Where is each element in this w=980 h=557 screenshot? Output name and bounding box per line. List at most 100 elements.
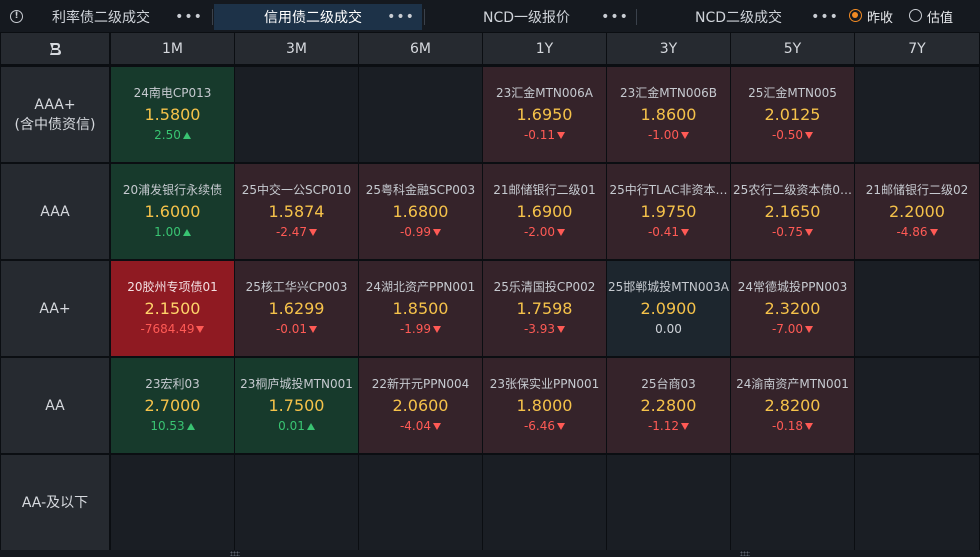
bond-name: 24南电CP013 — [133, 86, 212, 100]
arrow-down-icon — [805, 423, 814, 430]
column-header-5y: 5Y — [731, 33, 854, 64]
empty-cell — [483, 455, 606, 550]
empty-cell — [855, 261, 979, 356]
bond-cell[interactable]: 25粤科金融SCP003 1.6800 -0.99 — [359, 164, 482, 259]
bond-change: 1.00 — [154, 224, 191, 241]
bond-cell[interactable]: 23张保实业PPN001 1.8000 -6.46 — [483, 358, 606, 453]
empty-cell — [359, 455, 482, 550]
bond-cell[interactable]: 24南电CP013 1.5800 2.50 — [111, 67, 234, 162]
bond-name: 23宏利03 — [145, 377, 200, 391]
empty-cell — [235, 455, 358, 550]
bond-cell[interactable]: 23宏利03 2.7000 10.53 — [111, 358, 234, 453]
bond-change: 0.01 — [278, 418, 315, 435]
row-header: AA+ — [1, 261, 109, 356]
bond-yield: 2.0125 — [764, 105, 821, 124]
bond-cell[interactable]: 25农行二级资本债0… 2.1650 -0.75 — [731, 164, 854, 259]
arrow-down-icon — [805, 229, 814, 236]
bond-cell[interactable]: 24常德城投PPN003 2.3200 -7.00 — [731, 261, 854, 356]
bond-change: -2.00 — [523, 224, 566, 241]
bond-change-value: -1.12 — [647, 419, 680, 433]
arrow-down-icon — [309, 229, 318, 236]
bond-change-value: -0.18 — [771, 419, 804, 433]
bond-change-value: 0.00 — [655, 322, 682, 336]
bond-change-value: 0.01 — [278, 419, 305, 433]
tab-ncd-primary-more-icon[interactable]: ••• — [601, 4, 628, 30]
bond-change: 2.50 — [154, 127, 191, 144]
bond-change-value: -6.46 — [523, 419, 556, 433]
bond-change-value: -0.41 — [647, 225, 680, 239]
bond-change: 0.00 — [655, 321, 682, 338]
bond-yield: 1.7500 — [268, 396, 325, 415]
arrow-down-icon — [433, 423, 442, 430]
bond-cell[interactable]: 25台商03 2.2800 -1.12 — [607, 358, 730, 453]
bond-change-value: -2.47 — [275, 225, 308, 239]
tab-rate-bond-secondary[interactable]: 利率债二级成交 — [52, 4, 150, 30]
bond-yield: 1.6900 — [516, 202, 573, 221]
bond-change: -0.11 — [524, 127, 566, 144]
bond-cell[interactable]: 25汇金MTN005 2.0125 -0.50 — [731, 67, 854, 162]
bond-cell[interactable]: 24渝南资产MTN001 2.8200 -0.18 — [731, 358, 854, 453]
bond-name: 23张保实业PPN001 — [489, 377, 600, 391]
bond-yield: 1.6000 — [144, 202, 201, 221]
tab-ncd-secondary-more-icon[interactable]: ••• — [811, 4, 838, 30]
bond-name: 21邮储银行二级01 — [493, 183, 596, 197]
arrow-down-icon — [557, 229, 566, 236]
info-icon[interactable]: ! — [10, 10, 23, 23]
bond-yield: 1.5800 — [144, 105, 201, 124]
bond-cell[interactable]: 22新开元PPN004 2.0600 -4.04 — [359, 358, 482, 453]
empty-cell — [359, 67, 482, 162]
bond-change-value: -0.75 — [771, 225, 804, 239]
bond-change-value: -7684.49 — [140, 322, 195, 336]
arrow-down-icon — [309, 326, 318, 333]
radio-valuation[interactable] — [909, 9, 922, 22]
bond-change: -0.75 — [771, 224, 814, 241]
bond-cell[interactable]: 23桐庐城投MTN001 1.7500 0.01 — [235, 358, 358, 453]
column-header-3m: 3M — [235, 33, 358, 64]
bond-cell[interactable]: 21邮储银行二级01 1.6900 -2.00 — [483, 164, 606, 259]
bond-change-value: -1.99 — [399, 322, 432, 336]
bond-change: -4.04 — [400, 418, 442, 435]
row-header-label: (含中债资信) — [14, 116, 96, 133]
bond-cell[interactable]: 25核工华兴CP003 1.6299 -0.01 — [235, 261, 358, 356]
bond-change: -0.18 — [771, 418, 814, 435]
tab-ncd-secondary[interactable]: NCD二级成交 — [695, 4, 782, 30]
bond-cell[interactable]: 25邯郸城投MTN003A 2.0900 0.00 — [607, 261, 730, 356]
bond-cell[interactable]: 20胶州专项债01 2.1500 -7684.49 — [111, 261, 234, 356]
column-header-1y: 1Y — [483, 33, 606, 64]
bond-yield: 1.8500 — [392, 299, 449, 318]
bond-cell[interactable]: 25中行TLAC非资本… 1.9750 -0.41 — [607, 164, 730, 259]
bond-cell[interactable]: 23汇金MTN006B 1.8600 -1.00 — [607, 67, 730, 162]
bond-cell[interactable]: 20浦发银行永续债 1.6000 1.00 — [111, 164, 234, 259]
arrow-down-icon — [805, 326, 814, 333]
bond-name: 24渝南资产MTN001 — [736, 377, 849, 391]
tab-ncd-primary-quote[interactable]: NCD一级报价 — [483, 4, 570, 30]
radio-prev-close[interactable] — [849, 9, 862, 22]
bond-change: -4.86 — [896, 224, 938, 241]
bond-name: 25农行二级资本债0… — [733, 183, 852, 197]
resize-grip-icon[interactable] — [230, 551, 240, 556]
bond-name: 23桐庐城投MTN001 — [240, 377, 353, 391]
bond-cell[interactable]: 21邮储银行二级02 2.2000 -4.86 — [855, 164, 979, 259]
bond-name: 25邯郸城投MTN003A — [607, 280, 730, 294]
arrow-down-icon — [557, 132, 566, 139]
radio-valuation-label: 估值 — [927, 11, 954, 26]
empty-cell — [855, 67, 979, 162]
tab-credit-bond-more-icon[interactable]: ••• — [387, 4, 414, 30]
bond-name: 22新开元PPN004 — [371, 377, 470, 391]
row-header: AA — [1, 358, 109, 453]
bond-cell[interactable]: 24湖北资产PPN001 1.8500 -1.99 — [359, 261, 482, 356]
tab-rate-bond-more-icon[interactable]: ••• — [175, 4, 202, 30]
bond-cell[interactable]: 25乐清国投CP002 1.7598 -3.93 — [483, 261, 606, 356]
bond-name: 24常德城投PPN003 — [737, 280, 848, 294]
tab-separator — [636, 9, 637, 25]
bond-change: -1.12 — [647, 418, 690, 435]
empty-cell — [235, 67, 358, 162]
resize-grip-icon[interactable] — [740, 551, 750, 556]
bond-name: 25粤科金融SCP003 — [365, 183, 476, 197]
bond-change-value: 10.53 — [150, 419, 185, 433]
bond-yield: 2.0600 — [392, 396, 449, 415]
bond-change-value: -2.00 — [523, 225, 556, 239]
bond-cell[interactable]: 25中交一公SCP010 1.5874 -2.47 — [235, 164, 358, 259]
bond-change-value: 1.00 — [154, 225, 181, 239]
bond-cell[interactable]: 23汇金MTN006A 1.6950 -0.11 — [483, 67, 606, 162]
